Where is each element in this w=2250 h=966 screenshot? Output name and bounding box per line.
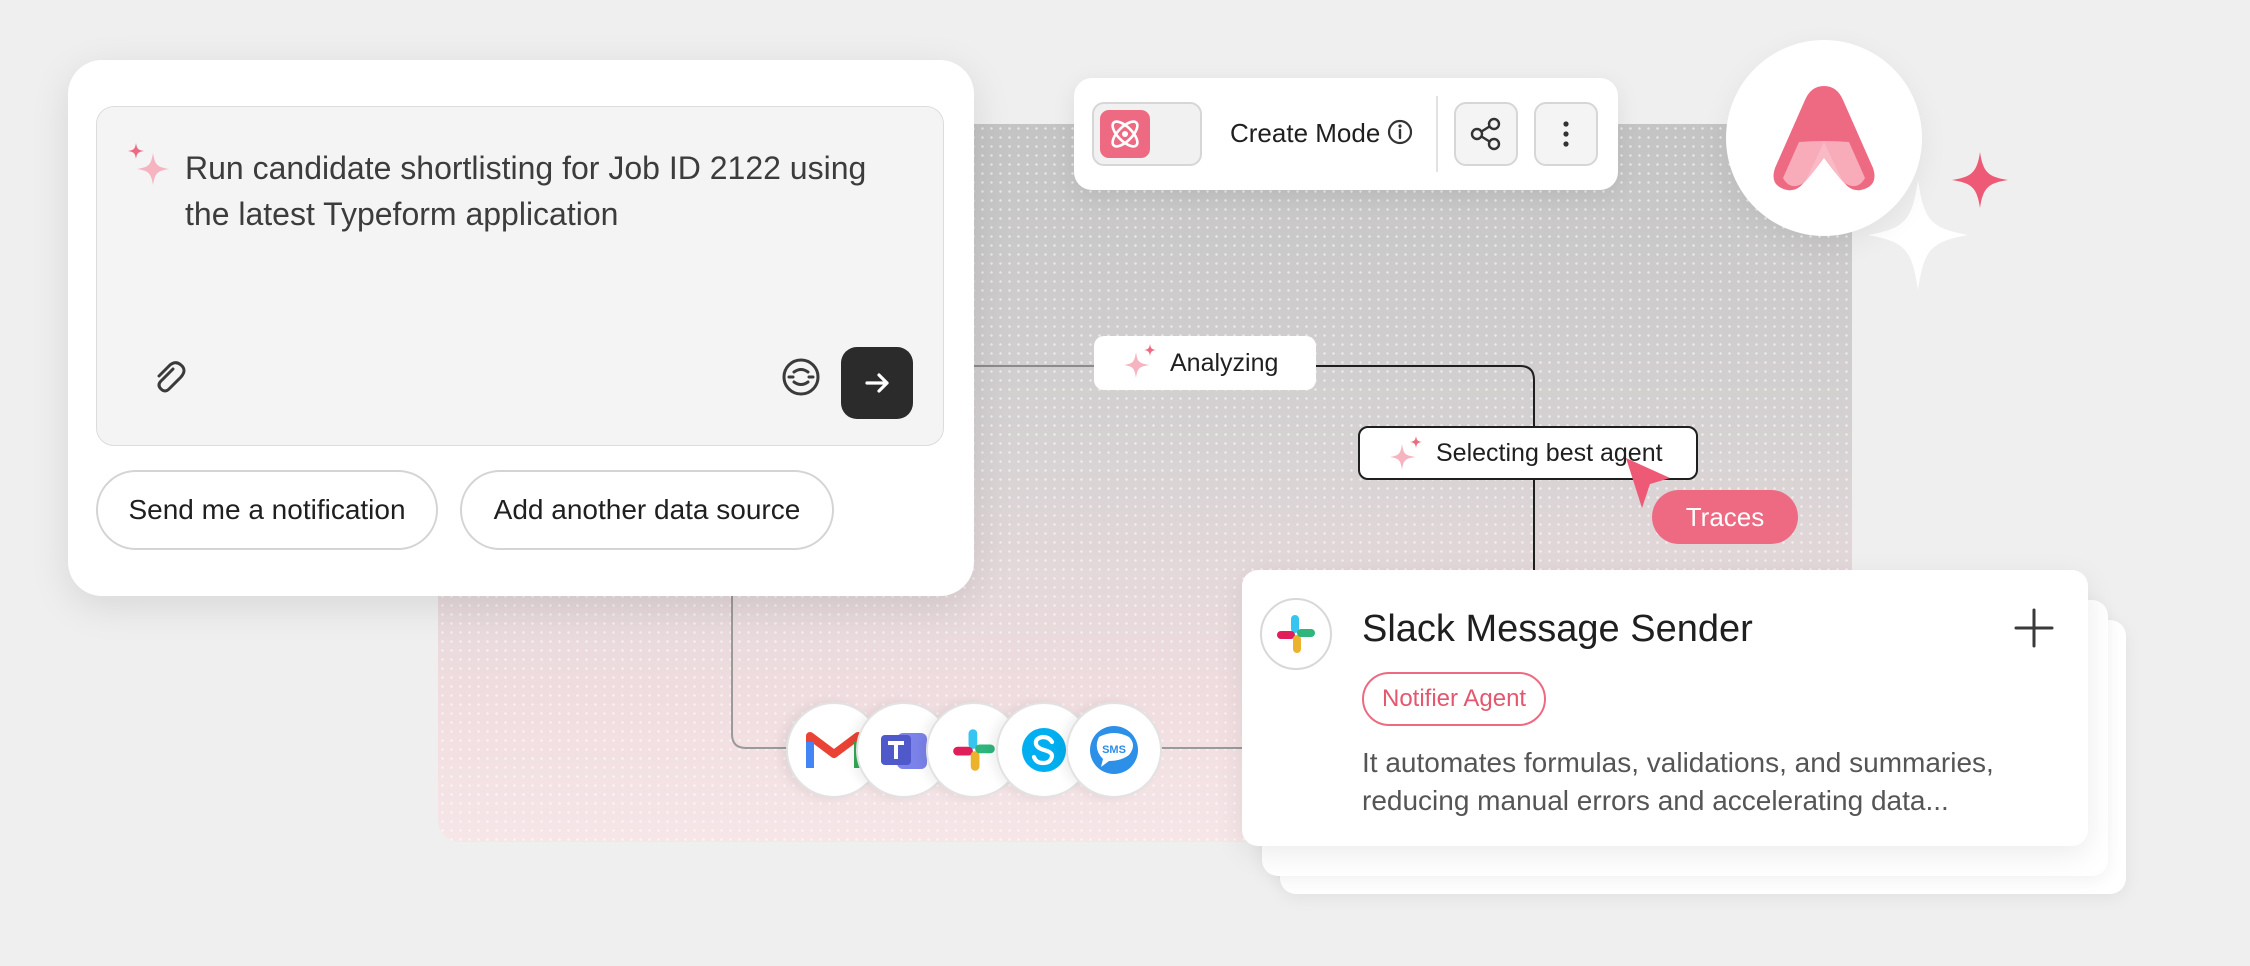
sms-channel[interactable]: SMS [1066, 702, 1162, 798]
teams-icon [881, 733, 927, 769]
sms-icon: SMS [1090, 726, 1138, 774]
brand-logo [1726, 40, 1922, 236]
toggle-knob [1100, 110, 1150, 158]
prompt-text[interactable]: Run candidate shortlisting for Job ID 21… [185, 145, 915, 237]
canvas-toolbar: Create Mode [1074, 78, 1618, 190]
ai-sparkle-icon [128, 143, 169, 185]
suggestion-chip-notification[interactable]: Send me a notification [96, 470, 438, 550]
agent-type-badge: Notifier Agent [1362, 672, 1547, 726]
more-vertical-icon [1563, 121, 1569, 147]
mode-toggle[interactable] [1092, 102, 1202, 166]
cursor-pointer-icon [1626, 458, 1670, 508]
suggestion-chip-data-source[interactable]: Add another data source [460, 470, 834, 550]
arrow-right-icon [865, 373, 889, 393]
brand-logo-icon [1773, 86, 1875, 191]
status-analyzing-label: Analyzing [1170, 348, 1279, 377]
voice-icon[interactable] [779, 355, 823, 399]
slack-icon [1277, 615, 1315, 653]
ai-sparkle-icon [1124, 344, 1156, 378]
share-icon [1470, 117, 1501, 151]
ai-sparkle-icon [1390, 436, 1422, 470]
status-analyzing: Analyzing [1094, 336, 1316, 390]
attach-icon[interactable] [149, 357, 189, 397]
mode-label: Create Mode [1230, 118, 1381, 148]
gmail-icon [806, 732, 862, 768]
add-icon[interactable] [2012, 606, 2056, 650]
sparkle-pink-icon [1952, 152, 2008, 208]
skype-icon [1022, 728, 1066, 772]
agent-avatar [1260, 598, 1332, 670]
slack-icon [953, 729, 995, 771]
agent-description: It automates formulas, validations, and … [1362, 747, 1994, 816]
send-button[interactable] [841, 347, 913, 419]
atom-icon [1111, 120, 1139, 148]
agent-card[interactable]: Slack Message Sender Notifier Agent It a… [1242, 570, 2088, 846]
prompt-card: Run candidate shortlisting for Job ID 21… [68, 60, 974, 596]
agent-title: Slack Message Sender [1362, 608, 1753, 650]
more-options-button[interactable] [1534, 102, 1598, 166]
toolbar-divider [1436, 96, 1438, 172]
sms-label: SMS [1102, 744, 1126, 756]
info-icon[interactable] [1386, 118, 1414, 146]
prompt-input-box[interactable]: Run candidate shortlisting for Job ID 21… [96, 106, 944, 446]
share-button[interactable] [1454, 102, 1518, 166]
